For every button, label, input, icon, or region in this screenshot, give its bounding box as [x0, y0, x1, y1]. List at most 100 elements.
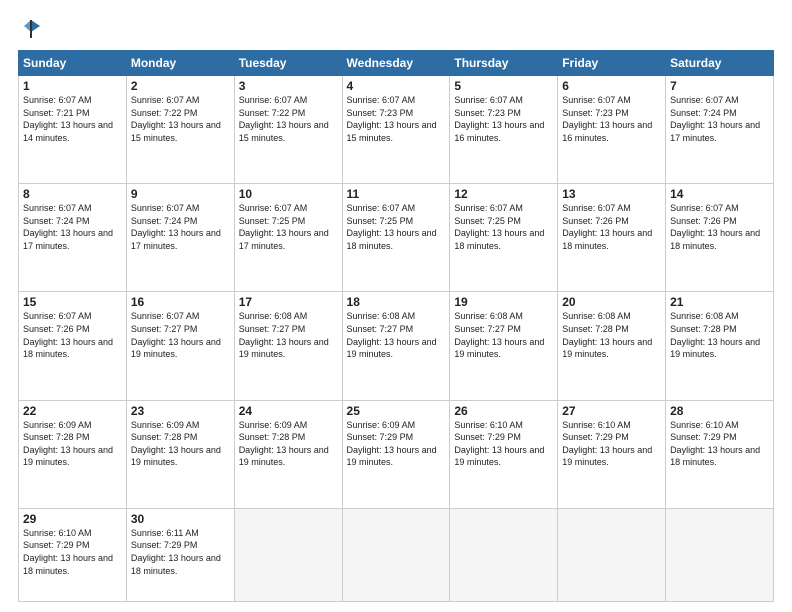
day-number: 6 [562, 79, 661, 93]
day-number: 3 [239, 79, 338, 93]
calendar-cell: 14Sunrise: 6:07 AMSunset: 7:26 PMDayligh… [666, 184, 774, 292]
day-number: 21 [670, 295, 769, 309]
day-info: Sunrise: 6:07 AMSunset: 7:24 PMDaylight:… [131, 203, 221, 251]
calendar-cell: 8Sunrise: 6:07 AMSunset: 7:24 PMDaylight… [19, 184, 127, 292]
calendar-cell: 22 Sunrise: 6:09 AMSunset: 7:28 PMDayligh… [19, 400, 127, 508]
day-number: 15 [23, 295, 122, 309]
day-info: Sunrise: 6:10 AMSunset: 7:29 PMDaylight:… [454, 420, 544, 468]
calendar-cell: 12 Sunrise: 6:07 AMSunset: 7:25 PMDayligh… [450, 184, 558, 292]
day-info: Sunrise: 6:07 AMSunset: 7:24 PMDaylight:… [23, 203, 113, 251]
day-number: 28 [670, 404, 769, 418]
day-info: Sunrise: 6:07 AMSunset: 7:23 PMDaylight:… [562, 95, 652, 143]
day-number: 30 [131, 512, 230, 526]
day-info: Sunrise: 6:07 AMSunset: 7:27 PMDaylight:… [131, 311, 221, 359]
day-number: 11 [347, 187, 446, 201]
calendar-cell: 1 Sunrise: 6:07 AMSunset: 7:21 PMDaylight… [19, 76, 127, 184]
header [18, 18, 774, 40]
day-info: Sunrise: 6:07 AMSunset: 7:23 PMDaylight:… [347, 95, 437, 143]
day-info: Sunrise: 6:09 AMSunset: 7:29 PMDaylight:… [347, 420, 437, 468]
day-number: 25 [347, 404, 446, 418]
calendar-cell: 26 Sunrise: 6:10 AMSunset: 7:29 PMDayligh… [450, 400, 558, 508]
day-info: Sunrise: 6:08 AMSunset: 7:27 PMDaylight:… [347, 311, 437, 359]
calendar-cell: 10 Sunrise: 6:07 AMSunset: 7:25 PMDayligh… [234, 184, 342, 292]
day-info: Sunrise: 6:07 AMSunset: 7:22 PMDaylight:… [239, 95, 329, 143]
day-info: Sunrise: 6:07 AMSunset: 7:26 PMDaylight:… [562, 203, 652, 251]
calendar-cell: 23Sunrise: 6:09 AMSunset: 7:28 PMDayligh… [126, 400, 234, 508]
day-info: Sunrise: 6:08 AMSunset: 7:28 PMDaylight:… [562, 311, 652, 359]
calendar: SundayMondayTuesdayWednesdayThursdayFrid… [18, 50, 774, 602]
day-info: Sunrise: 6:07 AMSunset: 7:25 PMDaylight:… [347, 203, 437, 251]
column-header-friday: Friday [558, 51, 666, 76]
calendar-cell: 20 Sunrise: 6:08 AMSunset: 7:28 PMDayligh… [558, 292, 666, 400]
calendar-cell: 28 Sunrise: 6:10 AMSunset: 7:29 PMDayligh… [666, 400, 774, 508]
day-info: Sunrise: 6:09 AMSunset: 7:28 PMDaylight:… [23, 420, 113, 468]
calendar-week-3: 15Sunrise: 6:07 AMSunset: 7:26 PMDayligh… [19, 292, 774, 400]
day-number: 27 [562, 404, 661, 418]
calendar-cell: 7 Sunrise: 6:07 AMSunset: 7:24 PMDaylight… [666, 76, 774, 184]
day-info: Sunrise: 6:11 AMSunset: 7:29 PMDaylight:… [131, 528, 221, 576]
day-number: 5 [454, 79, 553, 93]
day-number: 24 [239, 404, 338, 418]
day-info: Sunrise: 6:07 AMSunset: 7:21 PMDaylight:… [23, 95, 113, 143]
day-info: Sunrise: 6:07 AMSunset: 7:26 PMDaylight:… [670, 203, 760, 251]
column-header-tuesday: Tuesday [234, 51, 342, 76]
day-number: 23 [131, 404, 230, 418]
day-number: 17 [239, 295, 338, 309]
calendar-cell: 13 Sunrise: 6:07 AMSunset: 7:26 PMDayligh… [558, 184, 666, 292]
calendar-cell: 25 Sunrise: 6:09 AMSunset: 7:29 PMDayligh… [342, 400, 450, 508]
day-info: Sunrise: 6:07 AMSunset: 7:22 PMDaylight:… [131, 95, 221, 143]
day-info: Sunrise: 6:07 AMSunset: 7:23 PMDaylight:… [454, 95, 544, 143]
day-info: Sunrise: 6:10 AMSunset: 7:29 PMDaylight:… [23, 528, 113, 576]
logo [18, 18, 42, 40]
day-number: 7 [670, 79, 769, 93]
calendar-cell: 24 Sunrise: 6:09 AMSunset: 7:28 PMDayligh… [234, 400, 342, 508]
calendar-cell: 19 Sunrise: 6:08 AMSunset: 7:27 PMDayligh… [450, 292, 558, 400]
day-number: 10 [239, 187, 338, 201]
calendar-body: 1 Sunrise: 6:07 AMSunset: 7:21 PMDaylight… [19, 76, 774, 602]
day-number: 9 [131, 187, 230, 201]
calendar-cell [666, 508, 774, 601]
day-info: Sunrise: 6:07 AMSunset: 7:25 PMDaylight:… [454, 203, 544, 251]
day-number: 1 [23, 79, 122, 93]
day-info: Sunrise: 6:10 AMSunset: 7:29 PMDaylight:… [562, 420, 652, 468]
calendar-cell: 27 Sunrise: 6:10 AMSunset: 7:29 PMDayligh… [558, 400, 666, 508]
day-info: Sunrise: 6:07 AMSunset: 7:24 PMDaylight:… [670, 95, 760, 143]
day-number: 16 [131, 295, 230, 309]
calendar-cell: 9 Sunrise: 6:07 AMSunset: 7:24 PMDaylight… [126, 184, 234, 292]
calendar-cell: 5 Sunrise: 6:07 AMSunset: 7:23 PMDaylight… [450, 76, 558, 184]
day-info: Sunrise: 6:08 AMSunset: 7:27 PMDaylight:… [239, 311, 329, 359]
calendar-cell: 18 Sunrise: 6:08 AMSunset: 7:27 PMDayligh… [342, 292, 450, 400]
calendar-cell [558, 508, 666, 601]
day-number: 22 [23, 404, 122, 418]
calendar-cell: 30 Sunrise: 6:11 AMSunset: 7:29 PMDayligh… [126, 508, 234, 601]
logo-flag-icon [20, 18, 42, 40]
calendar-cell [450, 508, 558, 601]
day-number: 20 [562, 295, 661, 309]
day-info: Sunrise: 6:10 AMSunset: 7:29 PMDaylight:… [670, 420, 760, 468]
calendar-cell: 15Sunrise: 6:07 AMSunset: 7:26 PMDayligh… [19, 292, 127, 400]
calendar-cell: 2 Sunrise: 6:07 AMSunset: 7:22 PMDaylight… [126, 76, 234, 184]
column-header-thursday: Thursday [450, 51, 558, 76]
calendar-cell: 17 Sunrise: 6:08 AMSunset: 7:27 PMDayligh… [234, 292, 342, 400]
column-header-wednesday: Wednesday [342, 51, 450, 76]
day-number: 26 [454, 404, 553, 418]
day-number: 12 [454, 187, 553, 201]
calendar-cell: 29Sunrise: 6:10 AMSunset: 7:29 PMDayligh… [19, 508, 127, 601]
calendar-week-2: 8Sunrise: 6:07 AMSunset: 7:24 PMDaylight… [19, 184, 774, 292]
day-number: 13 [562, 187, 661, 201]
day-info: Sunrise: 6:07 AMSunset: 7:25 PMDaylight:… [239, 203, 329, 251]
calendar-cell [342, 508, 450, 601]
calendar-cell: 6 Sunrise: 6:07 AMSunset: 7:23 PMDaylight… [558, 76, 666, 184]
calendar-week-1: 1 Sunrise: 6:07 AMSunset: 7:21 PMDaylight… [19, 76, 774, 184]
day-info: Sunrise: 6:09 AMSunset: 7:28 PMDaylight:… [239, 420, 329, 468]
calendar-cell: 4 Sunrise: 6:07 AMSunset: 7:23 PMDaylight… [342, 76, 450, 184]
day-number: 19 [454, 295, 553, 309]
calendar-cell: 21Sunrise: 6:08 AMSunset: 7:28 PMDayligh… [666, 292, 774, 400]
calendar-cell [234, 508, 342, 601]
page: SundayMondayTuesdayWednesdayThursdayFrid… [0, 0, 792, 612]
day-number: 4 [347, 79, 446, 93]
calendar-cell: 11 Sunrise: 6:07 AMSunset: 7:25 PMDayligh… [342, 184, 450, 292]
day-number: 18 [347, 295, 446, 309]
day-number: 2 [131, 79, 230, 93]
day-info: Sunrise: 6:08 AMSunset: 7:27 PMDaylight:… [454, 311, 544, 359]
